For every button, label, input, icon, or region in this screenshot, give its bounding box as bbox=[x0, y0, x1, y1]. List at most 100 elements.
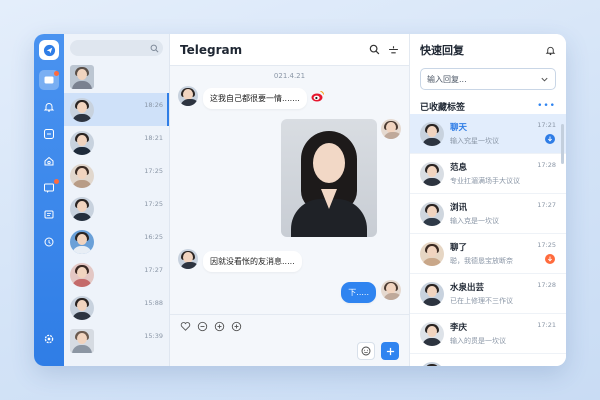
chat-search-input[interactable] bbox=[70, 40, 163, 56]
outgoing-photo-message bbox=[170, 119, 409, 237]
composer-actions bbox=[357, 342, 399, 360]
quick-reply-preview: 聪，我德恳宝放断奈 bbox=[450, 257, 513, 265]
quick-reply-header: 快速回复 bbox=[410, 34, 566, 66]
message-nav-icon[interactable] bbox=[39, 178, 59, 198]
search-icon[interactable] bbox=[369, 44, 380, 55]
avatar bbox=[420, 161, 444, 186]
download-badge-icon[interactable] bbox=[545, 254, 555, 264]
chat-time: 15:88 bbox=[144, 299, 163, 307]
composer-toolbar bbox=[170, 315, 409, 338]
conversation-header: Telegram bbox=[170, 34, 409, 66]
more-options-icon[interactable]: ••• bbox=[537, 101, 556, 111]
app-window: 18:26 18:21 17:25 17:25 16:25 17:27 15:8… bbox=[34, 34, 566, 366]
smiley-icon bbox=[361, 346, 371, 356]
avatar bbox=[178, 86, 198, 106]
chat-time: 16:25 bbox=[144, 233, 163, 241]
avatar bbox=[178, 249, 198, 269]
bell-icon[interactable] bbox=[545, 41, 556, 60]
chat-list-item[interactable]: 17:27 bbox=[64, 258, 169, 291]
quick-reply-time: 17:21 bbox=[537, 121, 556, 129]
quick-reply-preview: 输入克是一坎议 bbox=[450, 217, 499, 225]
avatar bbox=[420, 321, 444, 346]
avatar bbox=[70, 328, 94, 353]
avatar bbox=[420, 361, 444, 366]
nav-rail bbox=[34, 34, 64, 366]
bell-nav-icon[interactable] bbox=[39, 97, 59, 117]
quick-reply-item-selected[interactable]: 聊天 输入究星一坎议 17:21 bbox=[410, 114, 566, 154]
quick-reply-item[interactable]: 李庆 输入的贯是一坎议 17:21 bbox=[410, 314, 566, 354]
chat-time: 18:26 bbox=[144, 101, 163, 109]
quick-reply-select[interactable]: 输入回复... bbox=[420, 68, 556, 90]
chat-list-item[interactable]: 15:39 bbox=[64, 324, 169, 357]
plus-icon bbox=[386, 347, 394, 355]
conversation-panel: Telegram 021.4.21 这我自己都很要一情....... 因就没看怅… bbox=[170, 34, 409, 366]
weibo-sticker-icon bbox=[311, 91, 324, 102]
chat-list-item[interactable]: 17:25 bbox=[64, 192, 169, 225]
message-bubble[interactable]: 因就没看怅的友消息..... bbox=[203, 251, 302, 272]
quick-reply-input-value: 输入回复... bbox=[427, 74, 467, 84]
avatar bbox=[70, 130, 94, 155]
quick-reply-time: 17:28 bbox=[537, 281, 556, 289]
download-badge-icon[interactable] bbox=[545, 134, 555, 144]
avatar bbox=[420, 281, 444, 306]
conversation-title: Telegram bbox=[180, 42, 243, 57]
add-attachment-button[interactable] bbox=[381, 342, 399, 360]
chat-time: 18:21 bbox=[144, 134, 163, 142]
avatar bbox=[70, 97, 94, 122]
quick-reply-item[interactable]: 浏讯 输入克是一坎议 17:27 bbox=[410, 194, 566, 234]
quick-reply-scrollbar[interactable] bbox=[561, 124, 564, 164]
quick-reply-time: 17:25 bbox=[537, 241, 556, 249]
quick-reply-time: 17:28 bbox=[537, 161, 556, 169]
avatar bbox=[70, 163, 94, 188]
quick-reply-item[interactable]: 侍庆 bbox=[410, 354, 566, 366]
chat-list-item[interactable]: 18:21 bbox=[64, 126, 169, 159]
chat-list-item[interactable]: 17:25 bbox=[64, 159, 169, 192]
minus-circle-icon[interactable] bbox=[197, 321, 208, 332]
incoming-message: 这我自己都很要一情....... bbox=[170, 86, 409, 109]
heart-icon[interactable] bbox=[180, 321, 191, 332]
conversation-date: 021.4.21 bbox=[273, 72, 306, 80]
chevron-down-icon bbox=[541, 77, 548, 82]
avatar bbox=[381, 119, 401, 139]
quick-reply-item[interactable]: 范息 专业扛湄满场手大议议 17:28 bbox=[410, 154, 566, 194]
menu-icon[interactable] bbox=[388, 44, 399, 55]
incoming-message: 因就没看怅的友消息..... bbox=[170, 249, 409, 272]
quick-reply-preview: 输入的贯是一坎议 bbox=[450, 337, 506, 345]
quick-reply-item[interactable]: 聊了 聪，我德恳宝放断奈 17:25 bbox=[410, 234, 566, 274]
chat-list-item[interactable]: 15:88 bbox=[64, 291, 169, 324]
avatar bbox=[381, 280, 401, 300]
message-bubble[interactable]: 这我自己都很要一情....... bbox=[203, 88, 307, 109]
saved-tags-title: 已收藏标签 bbox=[420, 102, 466, 113]
minus-square-nav-icon[interactable] bbox=[39, 124, 59, 144]
chat-list-panel: 18:26 18:21 17:25 17:25 16:25 17:27 15:8… bbox=[64, 34, 170, 366]
message-bubble-outgoing[interactable]: 下..... bbox=[341, 282, 376, 303]
location-nav-icon[interactable] bbox=[39, 232, 59, 252]
chat-list-item[interactable]: 16:25 bbox=[64, 225, 169, 258]
saved-tags-header: 已收藏标签 ••• bbox=[410, 98, 566, 114]
chat-time: 15:39 bbox=[144, 332, 163, 340]
add-circle-icon[interactable] bbox=[231, 321, 242, 332]
home-nav-icon[interactable] bbox=[39, 151, 59, 171]
shared-photo[interactable] bbox=[281, 119, 377, 237]
avatar bbox=[420, 201, 444, 226]
avatar bbox=[70, 64, 94, 89]
quick-reply-item[interactable]: 水泉出芸 已在上修理不三作议 17:28 bbox=[410, 274, 566, 314]
chat-list-item-selected[interactable]: 18:26 bbox=[64, 93, 169, 126]
quick-reply-time: 17:21 bbox=[537, 321, 556, 329]
composer bbox=[170, 314, 409, 366]
settings-gear-icon[interactable] bbox=[39, 329, 59, 349]
emoji-button[interactable] bbox=[357, 342, 375, 360]
avatar bbox=[70, 262, 94, 287]
avatar bbox=[70, 229, 94, 254]
search-icon bbox=[150, 44, 159, 52]
avatar bbox=[70, 196, 94, 221]
notification-dot bbox=[54, 179, 59, 184]
chat-nav-icon[interactable] bbox=[39, 70, 59, 90]
chat-list-item[interactable] bbox=[64, 60, 169, 93]
avatar bbox=[420, 241, 444, 266]
outgoing-message: 下..... bbox=[170, 280, 409, 303]
plus-circle-icon[interactable] bbox=[214, 321, 225, 332]
app-logo-icon[interactable] bbox=[39, 40, 59, 60]
quick-reply-panel: 快速回复 输入回复... 已收藏标签 ••• 聊天 输入究星一坎议 17:21 范… bbox=[409, 34, 566, 366]
comment-nav-icon[interactable] bbox=[39, 205, 59, 225]
